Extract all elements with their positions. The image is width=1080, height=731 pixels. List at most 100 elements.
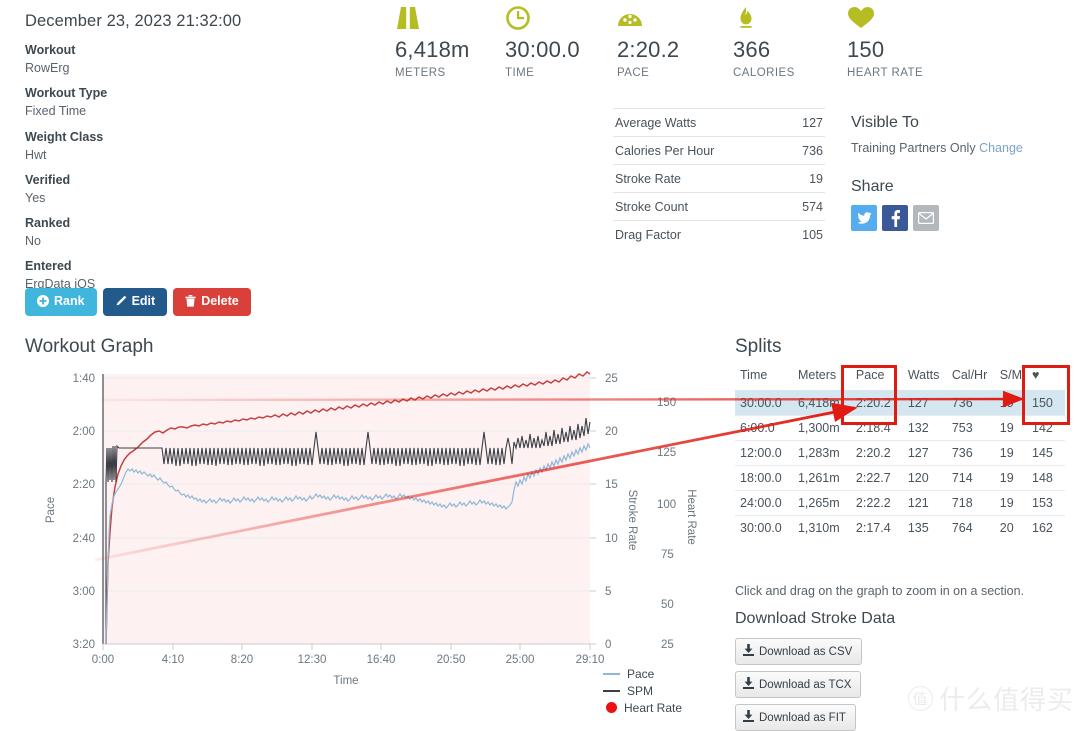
- graph-zoom-hint: Click and drag on the graph to zoom in o…: [735, 584, 1025, 598]
- stat-time: 30:00.0 TIME: [505, 6, 580, 79]
- svg-text:3:00: 3:00: [73, 586, 95, 598]
- heart-icon: [847, 6, 923, 32]
- detail-value-calories-per-hour: 736: [802, 143, 823, 158]
- visible-to-value-row: Training Partners Only Change: [851, 141, 1071, 155]
- cell-sm: 19: [994, 390, 1028, 416]
- table-row[interactable]: 6:00.0 1,300m 2:18.4 132 753 19 142: [735, 415, 1065, 441]
- cell-time: 30:00.0: [735, 390, 793, 416]
- visibility-change-link[interactable]: Change: [979, 141, 1023, 155]
- svg-text:0:00: 0:00: [92, 654, 114, 666]
- legend-label-heart-rate: Heart Rate: [624, 700, 683, 715]
- splits-col-calhr[interactable]: Cal/Hr: [947, 364, 995, 391]
- table-row[interactable]: 30:00.0 1,310m 2:17.4 135 764 20 162: [735, 515, 1065, 540]
- clock-icon: [505, 6, 580, 32]
- download-stroke-data-heading: Download Stroke Data: [735, 610, 896, 627]
- svg-text:25:00: 25:00: [506, 654, 535, 666]
- facebook-icon[interactable]: [882, 205, 908, 231]
- download-csv-button[interactable]: Download as CSV: [735, 638, 863, 665]
- table-row[interactable]: 30:00.0 6,418m 2:20.2 127 736 19 150: [735, 390, 1065, 416]
- edit-button[interactable]: Edit: [102, 288, 168, 316]
- legend-item-spm: SPM: [603, 682, 682, 699]
- splits-col-heart-rate[interactable]: ♥: [1027, 364, 1065, 391]
- download-fit-label: Download as FIT: [759, 711, 846, 724]
- cell-watts: 120: [902, 465, 947, 491]
- cell-meters: 1,310m: [792, 515, 851, 540]
- splits-col-time[interactable]: Time: [735, 364, 793, 391]
- cell-heart-rate: 142: [1027, 415, 1065, 441]
- legend-swatch-heart-rate: [606, 702, 617, 713]
- cell-sm: 19: [994, 490, 1028, 516]
- email-icon[interactable]: [913, 205, 939, 231]
- svg-text:10: 10: [605, 533, 618, 545]
- svg-text:8:20: 8:20: [231, 654, 253, 666]
- cell-sm: 19: [994, 465, 1028, 491]
- cell-pace: 2:22.2: [850, 490, 903, 516]
- svg-text:2:00: 2:00: [73, 426, 95, 438]
- edit-button-label: Edit: [131, 294, 156, 308]
- delete-button[interactable]: Delete: [173, 288, 251, 316]
- detail-row-calories-per-hour: Calories Per Hour 736: [613, 136, 825, 164]
- download-csv-label: Download as CSV: [759, 645, 853, 658]
- cell-time: 24:00.0: [735, 490, 793, 516]
- svg-text:20: 20: [605, 426, 618, 438]
- svg-text:2:40: 2:40: [73, 533, 95, 545]
- splits-title: Splits: [735, 336, 782, 357]
- cell-pace: 2:20.2: [850, 390, 903, 416]
- splits-col-meters[interactable]: Meters: [793, 364, 851, 391]
- download-icon: [743, 644, 754, 659]
- stat-time-label: TIME: [505, 67, 535, 80]
- meta-value-workout: RowErg: [25, 61, 70, 76]
- svg-text:1:40: 1:40: [73, 373, 95, 385]
- cell-pace: 2:17.4: [850, 515, 903, 540]
- table-row[interactable]: 18:00.0 1,261m 2:22.7 120 714 19 148: [735, 465, 1065, 491]
- meta-value-verified: Yes: [25, 190, 46, 205]
- cell-watts: 127: [902, 440, 947, 466]
- splits-header-row: Time Meters Pace Watts Cal/Hr S/M ♥: [735, 364, 1065, 391]
- cell-pace: 2:22.7: [850, 465, 903, 491]
- cell-heart-rate: 153: [1027, 490, 1065, 516]
- stat-time-value: 30:00.0: [505, 37, 580, 62]
- cell-calhr: 736: [946, 390, 995, 416]
- download-tcx-button[interactable]: Download as TCX: [735, 671, 862, 698]
- splits-col-watts[interactable]: Watts: [903, 364, 947, 391]
- svg-text:150: 150: [657, 397, 676, 409]
- splits-col-sm[interactable]: S/M: [995, 364, 1027, 391]
- splits-table: Time Meters Pace Watts Cal/Hr S/M ♥ 30:0…: [735, 364, 1065, 540]
- chart-legend: Pace SPM Heart Rate: [603, 665, 682, 716]
- svg-text:Stroke Rate: Stroke Rate: [626, 490, 638, 551]
- meta-label-ranked: Ranked: [25, 216, 71, 230]
- cell-pace: 2:18.4: [850, 415, 903, 441]
- svg-text:Time: Time: [333, 675, 358, 687]
- road-icon: [395, 6, 470, 32]
- cell-heart-rate: 162: [1027, 515, 1065, 540]
- cell-heart-rate: 145: [1027, 440, 1065, 466]
- table-row[interactable]: 24:00.0 1,265m 2:22.2 121 718 19 153: [735, 490, 1065, 516]
- download-fit-button[interactable]: Download as FIT: [735, 704, 856, 731]
- detail-label-average-watts: Average Watts: [615, 115, 697, 130]
- table-row[interactable]: 12:00.0 1,283m 2:20.2 127 736 19 145: [735, 440, 1065, 466]
- svg-text:5: 5: [605, 586, 611, 598]
- detail-value-average-watts: 127: [802, 115, 823, 130]
- cell-meters: 1,300m: [792, 415, 851, 441]
- rank-button[interactable]: Rank: [25, 288, 97, 316]
- splits-col-pace[interactable]: Pace: [851, 364, 903, 391]
- svg-text:20:50: 20:50: [437, 654, 466, 666]
- twitter-icon[interactable]: [851, 205, 877, 231]
- download-button-group: Download as CSV Download as TCX Download…: [735, 638, 863, 731]
- flame-icon: [733, 6, 795, 32]
- cell-calhr: 764: [946, 515, 995, 540]
- meta-value-weight-class: Hwt: [25, 147, 47, 162]
- cell-time: 18:00.0: [735, 465, 793, 491]
- svg-text:3:20: 3:20: [73, 639, 95, 651]
- detail-label-drag-factor: Drag Factor: [615, 227, 681, 242]
- visible-to-heading: Visible To: [851, 114, 919, 131]
- cell-meters: 1,265m: [792, 490, 851, 516]
- legend-label-pace: Pace: [627, 666, 655, 681]
- detail-row-stroke-count: Stroke Count 574: [613, 192, 825, 220]
- svg-text:25: 25: [605, 373, 618, 385]
- svg-text:Pace: Pace: [45, 497, 57, 523]
- stat-calories-label: CALORIES: [733, 67, 795, 80]
- detail-label-calories-per-hour: Calories Per Hour: [615, 143, 715, 158]
- cell-meters: 1,283m: [792, 440, 851, 466]
- stat-meters-value: 6,418m: [395, 37, 470, 62]
